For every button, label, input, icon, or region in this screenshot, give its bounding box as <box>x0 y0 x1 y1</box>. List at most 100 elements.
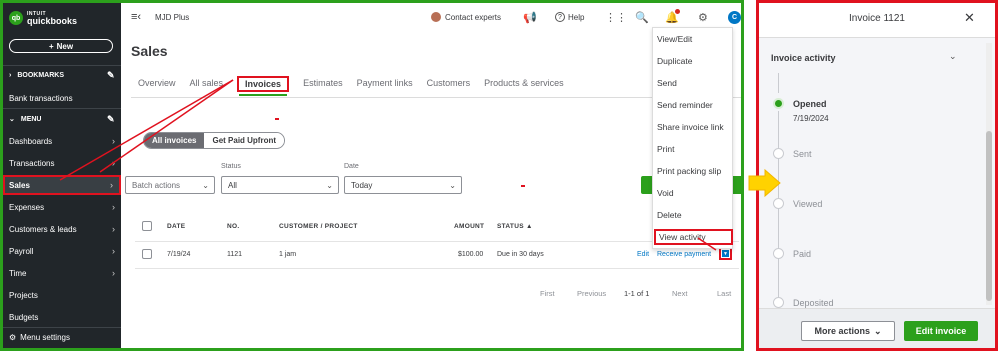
create-invoice-dropdown[interactable] <box>733 176 741 194</box>
cell-customer: 1 jam <box>279 251 297 258</box>
step-opened-date: 7/19/2024 <box>793 114 829 123</box>
step-deposited-label: Deposited <box>793 298 834 308</box>
chevron-down-icon[interactable]: ⌄ <box>949 51 957 62</box>
contact-experts-button[interactable]: Contact experts <box>431 12 501 22</box>
bookmarks-label: BOOKMARKS <box>17 72 65 79</box>
chevron-right-icon: › <box>112 268 115 278</box>
date-filter-select[interactable]: Today ⌄ <box>344 176 462 194</box>
pager-next[interactable]: Next <box>672 289 687 298</box>
pager-last[interactable]: Last <box>717 289 731 298</box>
tab-invoices[interactable]: Invoices <box>237 76 290 96</box>
new-button-label: New <box>56 41 74 51</box>
annotation-mark <box>275 118 279 120</box>
top-bar: ≡‹ MJD Plus Contact experts 📢 ? Help ⋮⋮ … <box>121 3 741 33</box>
date-filter-label: Date <box>344 163 359 170</box>
pager-range: 1-1 of 1 <box>624 289 650 298</box>
column-header-amount[interactable]: AMOUNT <box>454 223 484 230</box>
sidebar-item-transactions[interactable]: Transactions › <box>3 153 121 173</box>
user-avatar[interactable]: C <box>728 11 741 24</box>
sidebar-item-sales[interactable]: Sales › <box>3 175 121 195</box>
tab-overview[interactable]: Overview <box>138 76 176 92</box>
qb-logo-icon: qb <box>9 11 23 25</box>
sidebar: qb INTUIT quickbooks + New › BOOKMARKS ✎… <box>3 3 121 348</box>
pager-first[interactable]: First <box>540 289 555 298</box>
edit-invoice-button[interactable]: Edit invoice <box>904 321 978 341</box>
menu-item-share-invoice-link[interactable]: Share invoice link <box>657 122 724 132</box>
gear-icon[interactable]: ⚙ <box>698 11 708 24</box>
sidebar-item-label: Dashboards <box>9 136 53 146</box>
segment-get-paid-upfront[interactable]: Get Paid Upfront <box>204 133 285 148</box>
plus-icon: + <box>48 41 54 51</box>
menu-settings-link[interactable]: ⚙ Menu settings <box>9 333 70 342</box>
close-icon[interactable]: ✕ <box>964 10 975 26</box>
column-header-status[interactable]: STATUS ▲ <box>497 223 533 230</box>
tab-estimates[interactable]: Estimates <box>303 76 343 92</box>
chevron-right-icon[interactable]: › <box>9 72 11 79</box>
search-icon[interactable]: 🔍 <box>635 11 649 24</box>
sidebar-item-payroll[interactable]: Payroll › <box>3 241 121 261</box>
menu-item-delete[interactable]: Delete <box>657 210 682 220</box>
sidebar-item-label: Payroll <box>9 246 34 256</box>
chevron-right-icon: › <box>112 224 115 234</box>
sidebar-item-projects[interactable]: Projects <box>3 285 121 305</box>
column-header-no[interactable]: NO. <box>227 223 239 230</box>
pencil-icon[interactable]: ✎ <box>107 114 115 125</box>
chevron-down-icon[interactable]: ⌄ <box>9 115 15 123</box>
step-opened-label: Opened <box>793 99 827 109</box>
gear-icon: ⚙ <box>9 333 17 342</box>
sidebar-item-label: Customers & leads <box>9 224 77 234</box>
sidebar-item-label: Sales <box>9 180 30 190</box>
company-name: MJD Plus <box>155 13 190 22</box>
cell-amount: $100.00 <box>458 251 484 258</box>
menu-item-view-activity[interactable]: View activity <box>654 229 733 245</box>
menu-item-print[interactable]: Print <box>657 144 674 154</box>
status-filter-select[interactable]: All ⌄ <box>221 176 339 194</box>
annotation-mark <box>521 185 525 187</box>
chevron-down-icon: ⌄ <box>202 180 209 190</box>
menu-item-duplicate[interactable]: Duplicate <box>657 56 692 66</box>
column-header-customer[interactable]: CUSTOMER / PROJECT <box>279 223 358 230</box>
menu-item-send[interactable]: Send <box>657 78 677 88</box>
receive-payment-link[interactable]: Receive payment <box>657 251 717 258</box>
tab-products-services[interactable]: Products & services <box>484 76 564 92</box>
sidebar-divider <box>3 108 121 109</box>
megaphone-icon[interactable]: 📢 <box>523 11 537 24</box>
chevron-down-icon: ⌄ <box>449 180 456 190</box>
scrollbar-thumb[interactable] <box>986 131 992 301</box>
cell-status: Due in 30 days <box>497 251 544 258</box>
pager-previous[interactable]: Previous <box>577 289 606 298</box>
menu-header: ⌄ MENU ✎ <box>9 114 115 124</box>
row-checkbox[interactable] <box>142 249 152 259</box>
tab-payment-links[interactable]: Payment links <box>357 76 413 92</box>
edit-link[interactable]: Edit <box>637 251 649 258</box>
step-paid-icon <box>773 248 784 259</box>
chevron-down-icon: ⌄ <box>326 180 333 190</box>
segment-all-invoices[interactable]: All invoices <box>144 133 205 148</box>
tab-customers[interactable]: Customers <box>427 76 471 92</box>
sidebar-item-time[interactable]: Time › <box>3 263 121 283</box>
menu-item-view-edit[interactable]: View/Edit <box>657 34 692 44</box>
select-all-checkbox[interactable] <box>142 221 152 231</box>
pencil-icon[interactable]: ✎ <box>107 70 115 81</box>
sidebar-item-bank-transactions[interactable]: Bank transactions <box>3 88 121 108</box>
apps-grid-icon[interactable]: ⋮⋮ <box>605 11 627 24</box>
sidebar-item-customers-leads[interactable]: Customers & leads › <box>3 219 121 239</box>
chevron-right-icon: › <box>112 158 115 168</box>
tab-all-sales[interactable]: All sales <box>190 76 224 92</box>
hamburger-menu-icon[interactable]: ≡‹ <box>131 11 141 23</box>
bookmarks-header: › BOOKMARKS ✎ <box>9 70 115 80</box>
chevron-right-icon: › <box>110 180 113 190</box>
menu-item-send-reminder[interactable]: Send reminder <box>657 100 713 110</box>
sidebar-item-dashboards[interactable]: Dashboards › <box>3 131 121 151</box>
more-actions-label: More actions <box>814 326 870 336</box>
more-actions-button[interactable]: More actions ⌄ <box>801 321 895 341</box>
menu-item-void[interactable]: Void <box>657 188 674 198</box>
batch-actions-select[interactable]: Batch actions ⌄ <box>125 176 215 194</box>
column-header-date[interactable]: DATE <box>167 223 185 230</box>
help-button[interactable]: ? Help <box>555 12 584 22</box>
new-button[interactable]: + New <box>9 39 113 53</box>
menu-item-print-packing-slip[interactable]: Print packing slip <box>657 166 721 176</box>
sidebar-item-expenses[interactable]: Expenses › <box>3 197 121 217</box>
sidebar-item-budgets[interactable]: Budgets <box>3 307 121 327</box>
quickbooks-logo[interactable]: qb INTUIT quickbooks <box>9 11 77 26</box>
